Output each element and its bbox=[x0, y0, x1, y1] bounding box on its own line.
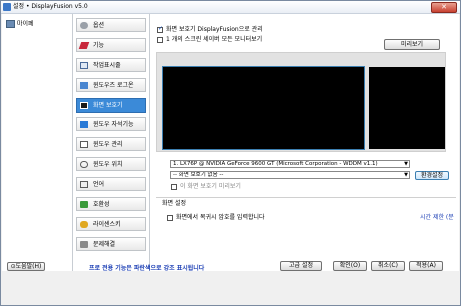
help-button[interactable]: ⊙도움말(H) bbox=[7, 262, 45, 271]
nav-item-license-key[interactable]: 라이센스키 bbox=[76, 217, 146, 231]
my-pc-label: 마이페 bbox=[17, 20, 34, 28]
monitor-pane: 마이페 bbox=[2, 14, 73, 271]
nav-item-label: 윈도우 위치 bbox=[93, 161, 123, 168]
manage-screensaver-checkbox[interactable] bbox=[157, 25, 163, 33]
nav-item-window-management[interactable]: 윈도우 관리 bbox=[76, 137, 146, 151]
nav-item-screensaver[interactable]: 화면 보호기 bbox=[76, 98, 146, 113]
ok-button[interactable]: 확인(O) bbox=[333, 261, 367, 271]
chevron-down-icon: ▼ bbox=[404, 172, 408, 178]
single-screensaver-label: 1 개의 스크린 세이버 모든 모니터보기 bbox=[166, 36, 263, 43]
single-screensaver-checkbox[interactable] bbox=[157, 37, 163, 43]
screensaver-select[interactable]: -- 화면 보호기 없음 -- ▼ bbox=[170, 171, 410, 179]
separator bbox=[156, 197, 456, 198]
monitor-select[interactable]: 1. LX76P @ NVIDIA GeForce 9600 GT (Micro… bbox=[170, 160, 410, 168]
cancel-button[interactable]: 취소(C) bbox=[371, 261, 405, 271]
pro-features-notice: 프로 전용 기능은 파란색으로 강조 표시됩니다 bbox=[89, 265, 205, 272]
nav-item-troubleshooting[interactable]: 문제해결 bbox=[76, 237, 146, 251]
nav-item-snapping[interactable]: 윈도우 자석기능 bbox=[76, 117, 146, 131]
brush-icon bbox=[78, 42, 90, 49]
nav-item-label: 기능 bbox=[93, 42, 105, 49]
compat-icon bbox=[80, 201, 88, 208]
title-bar[interactable]: 설정 • DisplayFusion v5.0 ✕ bbox=[1, 1, 460, 14]
monitor-1[interactable] bbox=[163, 67, 364, 149]
position-icon bbox=[80, 161, 88, 168]
nav-item-taskbar[interactable]: 작업표시줄 bbox=[76, 58, 146, 72]
gear-icon bbox=[80, 22, 88, 29]
preview-disabled-checkbox bbox=[171, 184, 177, 190]
nav-item-features[interactable]: 기능 bbox=[76, 38, 146, 52]
nav-item-logon[interactable]: 윈도우즈 로그온 bbox=[76, 78, 146, 92]
chevron-down-icon: ▼ bbox=[404, 161, 408, 167]
nav-item-label: 윈도우 관리 bbox=[93, 141, 123, 148]
screensaver-settings-button[interactable]: 환경설정 bbox=[415, 171, 449, 180]
screensaver-select-value: -- 화면 보호기 없음 -- bbox=[173, 172, 224, 178]
preview-button[interactable]: 미리보기 bbox=[384, 39, 440, 50]
nav-item-window-position[interactable]: 윈도우 위치 bbox=[76, 157, 146, 171]
screensaver-panel: 화면 보호기 DisplayFusion으로 관리 1 개의 스크린 세이버 모… bbox=[150, 14, 459, 271]
manage-screensaver-label: 화면 보호기 DisplayFusion으로 관리 bbox=[166, 26, 263, 33]
settings-nav: 옵션 기능 작업표시줄 윈도우즈 로그온 화면 보호기 윈도우 자석기능 윈도우… bbox=[73, 14, 150, 271]
monitor-layout bbox=[156, 52, 446, 152]
password-label: 화면에서 복귀시 암호를 입력합니다 bbox=[176, 214, 265, 221]
logon-icon bbox=[80, 82, 88, 89]
nav-item-label: 화면 보호기 bbox=[93, 102, 123, 109]
section-title: 화면 설정 bbox=[162, 200, 186, 207]
monitor-2[interactable] bbox=[369, 67, 445, 149]
window-icon bbox=[80, 141, 88, 148]
language-icon bbox=[80, 181, 88, 188]
advanced-settings-button[interactable]: 고급 설정 bbox=[280, 261, 322, 271]
nav-item-label: 작업표시줄 bbox=[93, 62, 121, 69]
nav-item-label: 언어 bbox=[93, 181, 105, 188]
nav-item-label: 호환성 bbox=[93, 201, 110, 208]
computer-icon bbox=[6, 20, 15, 28]
taskbar-icon bbox=[80, 62, 88, 69]
apply-button[interactable]: 적용(A) bbox=[409, 261, 443, 271]
close-button[interactable]: ✕ bbox=[431, 2, 457, 13]
app-icon bbox=[3, 3, 11, 11]
window-title: 설정 • DisplayFusion v5.0 bbox=[13, 3, 88, 10]
screensaver-icon bbox=[80, 102, 88, 109]
bottom-bar: ⊙도움말(H) 프로 전용 기능은 파란색으로 강조 표시됩니다 고급 설정 확… bbox=[1, 261, 460, 305]
nav-item-label: 윈도우즈 로그온 bbox=[93, 82, 134, 89]
key-icon bbox=[80, 221, 88, 228]
nav-item-language[interactable]: 언어 bbox=[76, 177, 146, 191]
help-button-label: 도움말(H) bbox=[15, 263, 42, 270]
troubleshoot-icon bbox=[80, 241, 88, 248]
nav-item-label: 라이센스키 bbox=[93, 221, 121, 228]
monitor-select-value: 1. LX76P @ NVIDIA GeForce 9600 GT (Micro… bbox=[173, 161, 378, 167]
nav-item-label: 문제해결 bbox=[93, 241, 116, 248]
magnet-icon bbox=[80, 121, 88, 128]
my-pc-item[interactable]: 마이페 bbox=[6, 20, 34, 29]
nav-item-compatibility[interactable]: 호환성 bbox=[76, 197, 146, 211]
nav-item-label: 윈도우 자석기능 bbox=[93, 121, 134, 128]
nav-item-label: 옵션 bbox=[93, 22, 105, 29]
settings-window: 설정 • DisplayFusion v5.0 ✕ 마이페 옵션 기능 작업표시… bbox=[0, 0, 461, 306]
preview-disabled-label: 이 화면 보호기 미리보기 bbox=[180, 183, 241, 190]
password-checkbox[interactable] bbox=[167, 215, 173, 221]
nav-item-options[interactable]: 옵션 bbox=[76, 18, 146, 32]
wait-time-label: 시간 제한 (분 bbox=[420, 214, 454, 221]
